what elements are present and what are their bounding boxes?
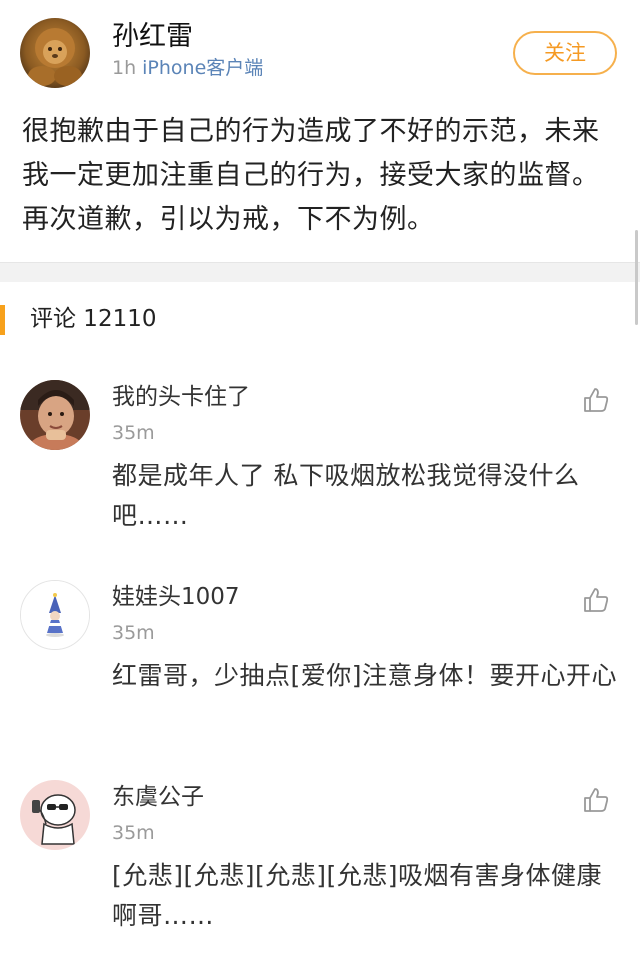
comment-text: 都是成年人了 私下吸烟放松我觉得没什么吧…… xyxy=(112,461,580,530)
comment-time: 35m xyxy=(112,622,155,644)
thumbs-up-icon[interactable] xyxy=(582,586,610,614)
comments-header: 评论 12110 xyxy=(0,300,640,340)
follow-button[interactable]: 关注 xyxy=(513,31,617,75)
comment-text: [允悲][允悲][允悲][允悲]吸烟有害身体健康啊哥…… xyxy=(112,861,603,930)
post-time: 1h xyxy=(112,57,137,79)
comment-item: 我的头卡住了 35m 都是成年人了 私下吸烟放松我觉得没什么吧…… xyxy=(0,380,640,580)
post-content: 很抱歉由于自己的行为造成了不好的示范，未来我一定更加注重自己的行为，接受大家的监… xyxy=(22,116,600,235)
person-avatar-icon xyxy=(20,380,90,450)
comment-time: 35m xyxy=(112,422,155,444)
commenter-name[interactable]: 娃娃头1007 xyxy=(112,582,240,612)
comment-item: 东虞公子 35m [允悲][允悲][允悲][允悲]吸烟有害身体健康啊哥…… xyxy=(0,780,640,980)
comment-time: 35m xyxy=(112,822,155,844)
author-name[interactable]: 孙红雷 xyxy=(112,20,193,54)
commenter-avatar[interactable] xyxy=(20,780,90,850)
comments-count[interactable]: 评论 12110 xyxy=(30,302,156,336)
comment-text: 红雷哥，少抽点[爱你]注意身体！要开心开心 xyxy=(112,661,618,690)
post-meta: 1h iPhone客户端 xyxy=(112,55,263,81)
author-avatar[interactable] xyxy=(20,18,90,88)
commenter-avatar[interactable] xyxy=(20,580,90,650)
lion-avatar-icon xyxy=(20,18,90,88)
commenter-name[interactable]: 我的头卡住了 xyxy=(112,382,250,412)
comment-item: 娃娃头1007 35m 红雷哥，少抽点[爱你]注意身体！要开心开心 xyxy=(0,580,640,780)
commenter-avatar[interactable] xyxy=(20,380,90,450)
weibo-post: 孙红雷 1h iPhone客户端 关注 很抱歉由于自己的行为造成了不好的示范，未来… xyxy=(0,0,640,262)
wizard-doll-avatar-icon xyxy=(21,581,89,649)
section-divider xyxy=(0,262,640,282)
cartoon-cat-avatar-icon xyxy=(20,780,90,850)
commenter-name[interactable]: 东虞公子 xyxy=(112,782,204,812)
thumbs-up-icon[interactable] xyxy=(582,786,610,814)
comments-header-accent xyxy=(0,305,5,335)
post-source[interactable]: iPhone客户端 xyxy=(142,57,263,79)
thumbs-up-icon[interactable] xyxy=(582,386,610,414)
